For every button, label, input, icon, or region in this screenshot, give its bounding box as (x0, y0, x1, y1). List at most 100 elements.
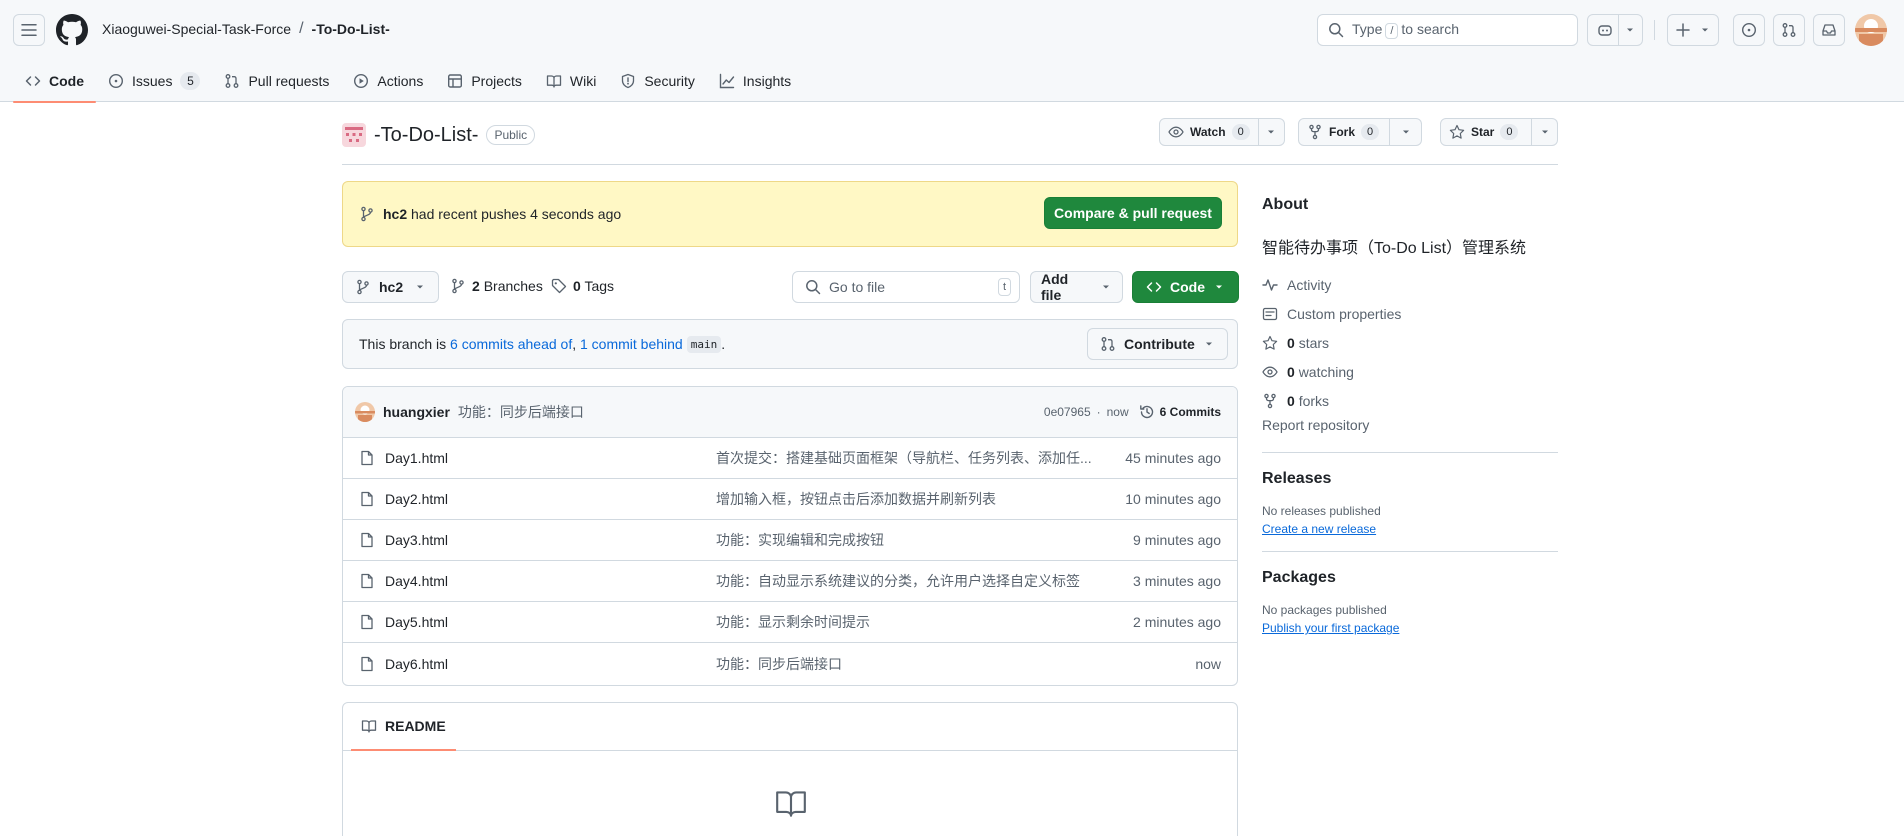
tab-security[interactable]: Security (608, 60, 707, 102)
branches-label: Branches (483, 278, 543, 294)
menu-button[interactable] (13, 14, 45, 46)
branch-info-prefix: This branch is (359, 336, 447, 352)
tab-wiki[interactable]: Wiki (534, 60, 608, 102)
push-branch[interactable]: hc2 (383, 206, 407, 222)
report-repository-link[interactable]: Report repository (1262, 417, 1558, 437)
commits-behind-link[interactable]: 1 commit behind (580, 336, 683, 352)
commit-message[interactable]: 功能：同步后端接口 (458, 402, 584, 422)
file-commit-time: 2 minutes ago (1133, 614, 1221, 630)
about-heading: About (1262, 196, 1309, 213)
compare-pull-request-button[interactable]: Compare & pull request (1044, 197, 1222, 229)
file-commit-message[interactable]: 功能：自动显示系统建议的分类，允许用户选择自定义标签 (716, 571, 1096, 591)
file-commit-message[interactable]: 增加输入框，按钮点击后添加数据并刷新列表 (716, 489, 1096, 509)
tab-insights[interactable]: Insights (707, 60, 803, 102)
pull-request-icon (1101, 337, 1115, 351)
packages-heading[interactable]: Packages (1262, 569, 1558, 587)
file-commit-message[interactable]: 功能：显示剩余时间提示 (716, 612, 1096, 632)
branch-icon (361, 206, 373, 222)
watching-link[interactable]: 0 watching (1262, 357, 1558, 386)
tags-link[interactable]: 0 Tags (551, 278, 614, 294)
global-header: Xiaoguwei-Special-Task-Force / -To-Do-Li… (0, 0, 1904, 103)
releases-heading[interactable]: Releases (1262, 470, 1558, 488)
commit-author-avatar[interactable] (355, 402, 375, 422)
repo-title: -To-Do-List- Public (342, 119, 536, 151)
tab-label: Wiki (569, 73, 597, 89)
commit-meta: 0e07965 · now (1044, 405, 1129, 419)
commit-time: now (1106, 405, 1129, 419)
create-release-link[interactable]: Create a new release (1262, 522, 1558, 536)
file-commit-message[interactable]: 功能：实现编辑和完成按钮 (716, 530, 1096, 550)
inbox-button[interactable] (1813, 14, 1845, 46)
file-row: Day1.html 首次提交：搭建基础页面框架（导航栏、任务列表、添加任... … (343, 438, 1237, 479)
sidebar-divider (1262, 551, 1558, 552)
copilot-button[interactable] (1587, 14, 1643, 46)
search-input[interactable]: Type / to search (1317, 14, 1578, 46)
owner-link[interactable]: Xiaoguwei-Special-Task-Force (102, 21, 291, 37)
file-row: Day6.html 功能：同步后端接口 now (343, 643, 1237, 684)
tab-projects[interactable]: Projects (435, 60, 534, 102)
file-name-link[interactable]: Day1.html (385, 450, 716, 466)
commits-history-link[interactable]: 6 Commits (1139, 404, 1221, 420)
custom-properties-link[interactable]: Custom properties (1262, 299, 1558, 328)
fork-icon (1264, 393, 1276, 408)
tab-label: Projects (471, 73, 522, 89)
fork-button[interactable]: Fork 0 (1298, 118, 1390, 146)
hamburger-icon (21, 24, 37, 36)
repo-name[interactable]: -To-Do-List- (374, 124, 478, 147)
tab-actions[interactable]: Actions (341, 60, 435, 102)
contribute-button[interactable]: Contribute (1087, 328, 1228, 360)
stars-link[interactable]: 0 stars (1262, 328, 1558, 357)
issues-button[interactable] (1733, 14, 1765, 46)
add-file-label: Add file (1041, 271, 1069, 303)
user-avatar[interactable] (1855, 14, 1887, 46)
file-name-link[interactable]: Day5.html (385, 614, 716, 630)
forks-link[interactable]: 0 forks (1262, 386, 1558, 415)
tab-issues[interactable]: Issues 5 (96, 60, 212, 102)
star-button[interactable]: Star 0 (1440, 118, 1532, 146)
file-commit-time: 45 minutes ago (1125, 450, 1221, 466)
breadcrumb: Xiaoguwei-Special-Task-Force / -To-Do-Li… (102, 20, 390, 38)
stars-label: stars (1298, 334, 1330, 351)
fork-count: 0 (1361, 124, 1380, 140)
packages-empty: No packages published (1262, 603, 1387, 617)
branch-select-button[interactable]: hc2 (342, 271, 439, 303)
file-name-link[interactable]: Day4.html (385, 573, 716, 589)
commits-ahead-link[interactable]: 6 commits ahead of (450, 336, 572, 352)
file-icon (361, 532, 373, 548)
watch-dropdown[interactable] (1258, 118, 1285, 146)
commit-author[interactable]: huangxier (383, 404, 450, 420)
code-button-label: Code (1170, 279, 1205, 295)
watch-button[interactable]: Watch 0 (1159, 118, 1259, 146)
go-to-file-input[interactable]: Go to file t (792, 271, 1020, 303)
commit-sha[interactable]: 0e07965 (1044, 405, 1091, 419)
file-commit-message[interactable]: 首次提交：搭建基础页面框架（导航栏、任务列表、添加任... (716, 448, 1096, 468)
activity-link[interactable]: Activity (1262, 270, 1558, 299)
fork-icon (1309, 124, 1321, 140)
eye-icon (1168, 126, 1184, 138)
readme-tab[interactable]: README (351, 703, 456, 751)
pull-request-icon (1782, 23, 1796, 37)
publish-package-link[interactable]: Publish your first package (1262, 621, 1558, 635)
star-dropdown[interactable] (1532, 118, 1558, 146)
custom-properties-label: Custom properties (1287, 305, 1402, 322)
tab-code[interactable]: Code (13, 60, 96, 103)
file-commit-message[interactable]: 功能：同步后端接口 (716, 654, 1096, 674)
file-name-link[interactable]: Day3.html (385, 532, 716, 548)
releases-section: Releases No releases published Create a … (1262, 470, 1558, 536)
pulse-icon (1262, 278, 1278, 291)
note-icon (1262, 307, 1278, 320)
tab-label: Actions (377, 73, 424, 89)
fork-dropdown[interactable] (1390, 118, 1422, 146)
inbox-icon (1822, 24, 1836, 36)
pull-requests-button[interactable] (1773, 14, 1805, 46)
file-name-link[interactable]: Day2.html (385, 491, 716, 507)
go-to-file-placeholder: Go to file (829, 279, 886, 295)
branches-link[interactable]: 2 Branches (450, 278, 543, 294)
repo-link[interactable]: -To-Do-List- (312, 21, 390, 37)
github-logo-icon[interactable] (56, 14, 88, 46)
tab-pull-requests[interactable]: Pull requests (212, 60, 341, 102)
add-file-button[interactable]: Add file (1030, 271, 1123, 303)
create-new-button[interactable] (1667, 14, 1719, 46)
code-button[interactable]: Code (1132, 271, 1239, 303)
file-name-link[interactable]: Day6.html (385, 656, 716, 672)
